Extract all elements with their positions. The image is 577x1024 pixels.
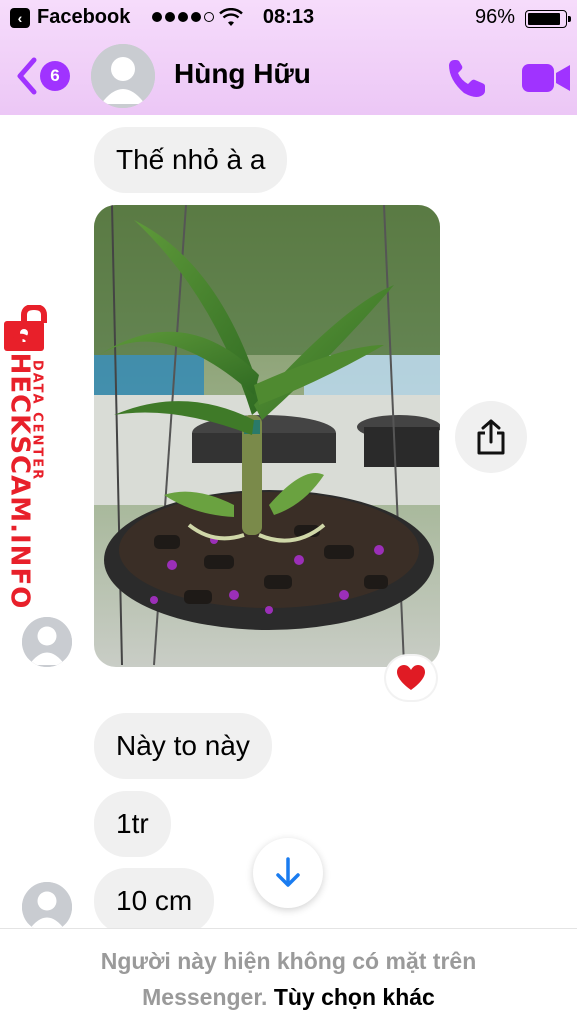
chevron-left-icon	[17, 57, 37, 95]
more-options-link[interactable]: Tùy chọn khác	[274, 984, 435, 1010]
contact-name[interactable]: Hùng Hữu	[174, 58, 311, 90]
battery-percent: 96%	[474, 6, 515, 28]
checkscam-watermark: CHECKSCAM.INFO DATA CENTER	[2, 305, 64, 609]
offline-notice-text: Người này hiện không có mặt trên	[100, 948, 477, 974]
message-bubble[interactable]: 10 cm	[94, 868, 215, 934]
heart-reaction[interactable]	[386, 656, 436, 700]
offline-notice: Người này hiện không có mặt trên Messeng…	[0, 928, 577, 1024]
voice-call-button[interactable]	[445, 56, 489, 100]
phone-icon	[449, 60, 485, 97]
share-icon	[477, 419, 505, 455]
video-camera-icon	[522, 64, 570, 92]
sender-avatar[interactable]	[22, 882, 72, 932]
watermark-subtitle: DATA CENTER	[29, 359, 45, 482]
message-bubble[interactable]: Thế nhỏ à a	[94, 127, 288, 193]
offline-notice-tail: Messenger.	[142, 984, 268, 1010]
photo-message-orchid[interactable]	[94, 205, 440, 667]
chat-header: 6 Hùng Hữu	[0, 38, 577, 115]
share-button[interactable]	[455, 401, 527, 473]
message-bubble[interactable]: 1tr	[94, 791, 171, 857]
status-bar: ‹ Facebook 08:13 96%	[0, 0, 577, 36]
sender-avatar[interactable]	[22, 617, 72, 667]
message-bubble[interactable]: Này to này	[94, 713, 272, 779]
contact-avatar[interactable]	[91, 44, 155, 108]
scroll-to-bottom-button[interactable]	[253, 838, 323, 908]
battery-icon	[525, 10, 571, 28]
back-button[interactable]: 6	[14, 56, 70, 96]
heart-icon	[397, 665, 425, 690]
top-bar: ‹ Facebook 08:13 96% 6 Hùng Hữu	[0, 0, 577, 115]
video-call-button[interactable]	[520, 58, 572, 98]
unread-count-badge: 6	[40, 61, 70, 91]
arrow-down-icon	[276, 857, 300, 887]
